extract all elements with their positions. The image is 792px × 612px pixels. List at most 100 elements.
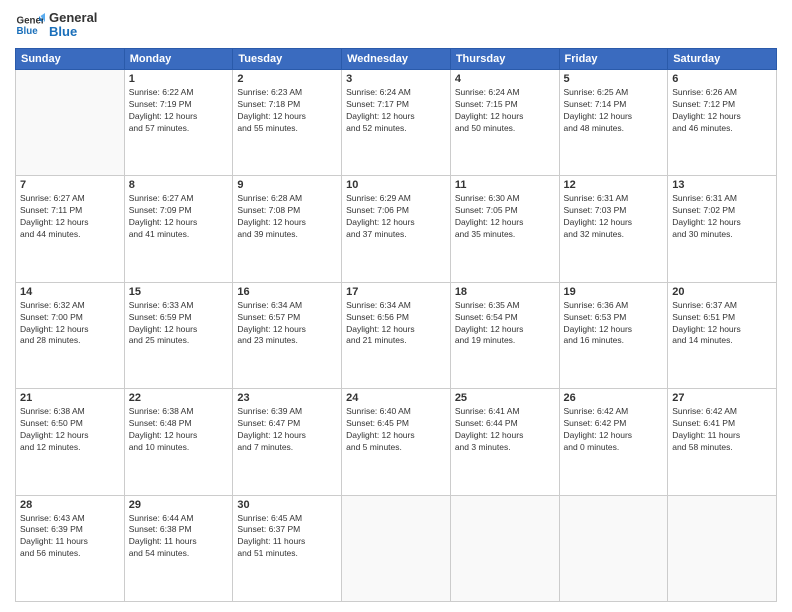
calendar-row: 7Sunrise: 6:27 AM Sunset: 7:11 PM Daylig… (16, 176, 777, 282)
cell-info: Sunrise: 6:28 AM Sunset: 7:08 PM Dayligh… (237, 193, 337, 241)
cell-info: Sunrise: 6:24 AM Sunset: 7:15 PM Dayligh… (455, 87, 555, 135)
cell-info: Sunrise: 6:34 AM Sunset: 6:56 PM Dayligh… (346, 300, 446, 348)
weekday-header: Monday (124, 49, 233, 70)
day-number: 2 (237, 73, 337, 85)
cell-info: Sunrise: 6:25 AM Sunset: 7:14 PM Dayligh… (564, 87, 664, 135)
day-number: 8 (129, 179, 229, 191)
day-number: 14 (20, 286, 120, 298)
day-number: 18 (455, 286, 555, 298)
calendar-cell: 4 Sunrise: 6:24 AM Sunset: 7:15 PM Daylig… (450, 70, 559, 176)
calendar-cell: 25 Sunrise: 6:41 AM Sunset: 6:44 PM Dayli… (450, 389, 559, 495)
day-number: 19 (564, 286, 664, 298)
calendar-cell: 2Sunrise: 6:23 AM Sunset: 7:18 PM Daylig… (233, 70, 342, 176)
day-number: 17 (346, 286, 446, 298)
calendar-cell (559, 495, 668, 601)
calendar-cell: 1 Sunrise: 6:22 AM Sunset: 7:19 PM Daylig… (124, 70, 233, 176)
calendar-cell: 23Sunrise: 6:39 AM Sunset: 6:47 PM Dayli… (233, 389, 342, 495)
calendar-cell: 29 Sunrise: 6:44 AM Sunset: 6:38 PM Dayli… (124, 495, 233, 601)
calendar-cell: 10 Sunrise: 6:29 AM Sunset: 7:06 PM Dayli… (342, 176, 451, 282)
calendar-cell (450, 495, 559, 601)
calendar-row: 14 Sunrise: 6:32 AM Sunset: 7:00 PM Dayli… (16, 282, 777, 388)
day-number: 4 (455, 73, 555, 85)
cell-info: Sunrise: 6:35 AM Sunset: 6:54 PM Dayligh… (455, 300, 555, 348)
calendar-cell: 7Sunrise: 6:27 AM Sunset: 7:11 PM Daylig… (16, 176, 125, 282)
day-number: 21 (20, 392, 120, 404)
cell-info: Sunrise: 6:43 AM Sunset: 6:39 PM Dayligh… (20, 513, 120, 561)
calendar-cell: 30 Sunrise: 6:45 AM Sunset: 6:37 PM Dayli… (233, 495, 342, 601)
day-number: 24 (346, 392, 446, 404)
cell-info: Sunrise: 6:42 AM Sunset: 6:42 PM Dayligh… (564, 406, 664, 454)
calendar-cell: 20 Sunrise: 6:37 AM Sunset: 6:51 PM Dayli… (668, 282, 777, 388)
day-number: 13 (672, 179, 772, 191)
day-number: 22 (129, 392, 229, 404)
day-number: 7 (20, 179, 120, 191)
weekday-header: Friday (559, 49, 668, 70)
day-number: 30 (237, 499, 337, 511)
day-number: 29 (129, 499, 229, 511)
day-number: 27 (672, 392, 772, 404)
calendar-cell: 21Sunrise: 6:38 AM Sunset: 6:50 PM Dayli… (16, 389, 125, 495)
calendar-cell: 8Sunrise: 6:27 AM Sunset: 7:09 PM Daylig… (124, 176, 233, 282)
calendar-cell (16, 70, 125, 176)
calendar-row: 28 Sunrise: 6:43 AM Sunset: 6:39 PM Dayli… (16, 495, 777, 601)
calendar-row: 1 Sunrise: 6:22 AM Sunset: 7:19 PM Daylig… (16, 70, 777, 176)
weekday-header: Wednesday (342, 49, 451, 70)
cell-info: Sunrise: 6:24 AM Sunset: 7:17 PM Dayligh… (346, 87, 446, 135)
calendar-cell: 22Sunrise: 6:38 AM Sunset: 6:48 PM Dayli… (124, 389, 233, 495)
cell-info: Sunrise: 6:30 AM Sunset: 7:05 PM Dayligh… (455, 193, 555, 241)
calendar-cell (342, 495, 451, 601)
calendar-cell: 16 Sunrise: 6:34 AM Sunset: 6:57 PM Dayli… (233, 282, 342, 388)
page: General Blue General Blue SundayMondayTu… (0, 0, 792, 612)
calendar-cell: 5 Sunrise: 6:25 AM Sunset: 7:14 PM Daylig… (559, 70, 668, 176)
weekday-header: Saturday (668, 49, 777, 70)
calendar-cell: 12 Sunrise: 6:31 AM Sunset: 7:03 PM Dayli… (559, 176, 668, 282)
calendar-row: 21Sunrise: 6:38 AM Sunset: 6:50 PM Dayli… (16, 389, 777, 495)
cell-info: Sunrise: 6:40 AM Sunset: 6:45 PM Dayligh… (346, 406, 446, 454)
day-number: 5 (564, 73, 664, 85)
day-number: 26 (564, 392, 664, 404)
day-number: 25 (455, 392, 555, 404)
day-number: 10 (346, 179, 446, 191)
cell-info: Sunrise: 6:22 AM Sunset: 7:19 PM Dayligh… (129, 87, 229, 135)
cell-info: Sunrise: 6:32 AM Sunset: 7:00 PM Dayligh… (20, 300, 120, 348)
calendar-cell: 15 Sunrise: 6:33 AM Sunset: 6:59 PM Dayli… (124, 282, 233, 388)
day-number: 11 (455, 179, 555, 191)
calendar-cell: 18 Sunrise: 6:35 AM Sunset: 6:54 PM Dayli… (450, 282, 559, 388)
cell-info: Sunrise: 6:39 AM Sunset: 6:47 PM Dayligh… (237, 406, 337, 454)
svg-text:Blue: Blue (17, 26, 39, 37)
calendar-cell: 11 Sunrise: 6:30 AM Sunset: 7:05 PM Dayli… (450, 176, 559, 282)
day-number: 20 (672, 286, 772, 298)
cell-info: Sunrise: 6:41 AM Sunset: 6:44 PM Dayligh… (455, 406, 555, 454)
calendar-cell: 3Sunrise: 6:24 AM Sunset: 7:17 PM Daylig… (342, 70, 451, 176)
cell-info: Sunrise: 6:42 AM Sunset: 6:41 PM Dayligh… (672, 406, 772, 454)
calendar-cell: 13 Sunrise: 6:31 AM Sunset: 7:02 PM Dayli… (668, 176, 777, 282)
cell-info: Sunrise: 6:44 AM Sunset: 6:38 PM Dayligh… (129, 513, 229, 561)
cell-info: Sunrise: 6:31 AM Sunset: 7:02 PM Dayligh… (672, 193, 772, 241)
weekday-header: Sunday (16, 49, 125, 70)
day-number: 9 (237, 179, 337, 191)
cell-info: Sunrise: 6:31 AM Sunset: 7:03 PM Dayligh… (564, 193, 664, 241)
calendar-table: SundayMondayTuesdayWednesdayThursdayFrid… (15, 48, 777, 602)
day-number: 1 (129, 73, 229, 85)
day-number: 16 (237, 286, 337, 298)
cell-info: Sunrise: 6:37 AM Sunset: 6:51 PM Dayligh… (672, 300, 772, 348)
calendar-cell: 14 Sunrise: 6:32 AM Sunset: 7:00 PM Dayli… (16, 282, 125, 388)
cell-info: Sunrise: 6:36 AM Sunset: 6:53 PM Dayligh… (564, 300, 664, 348)
calendar-cell: 28 Sunrise: 6:43 AM Sunset: 6:39 PM Dayli… (16, 495, 125, 601)
logo-blue: Blue (49, 25, 97, 39)
logo: General Blue General Blue (15, 10, 97, 40)
calendar-cell: 6 Sunrise: 6:26 AM Sunset: 7:12 PM Daylig… (668, 70, 777, 176)
calendar-cell: 9 Sunrise: 6:28 AM Sunset: 7:08 PM Daylig… (233, 176, 342, 282)
logo-general: General (49, 11, 97, 25)
cell-info: Sunrise: 6:45 AM Sunset: 6:37 PM Dayligh… (237, 513, 337, 561)
cell-info: Sunrise: 6:34 AM Sunset: 6:57 PM Dayligh… (237, 300, 337, 348)
day-number: 15 (129, 286, 229, 298)
cell-info: Sunrise: 6:33 AM Sunset: 6:59 PM Dayligh… (129, 300, 229, 348)
cell-info: Sunrise: 6:26 AM Sunset: 7:12 PM Dayligh… (672, 87, 772, 135)
cell-info: Sunrise: 6:29 AM Sunset: 7:06 PM Dayligh… (346, 193, 446, 241)
day-number: 6 (672, 73, 772, 85)
header: General Blue General Blue (15, 10, 777, 40)
calendar-cell: 27 Sunrise: 6:42 AM Sunset: 6:41 PM Dayli… (668, 389, 777, 495)
day-number: 28 (20, 499, 120, 511)
day-number: 12 (564, 179, 664, 191)
